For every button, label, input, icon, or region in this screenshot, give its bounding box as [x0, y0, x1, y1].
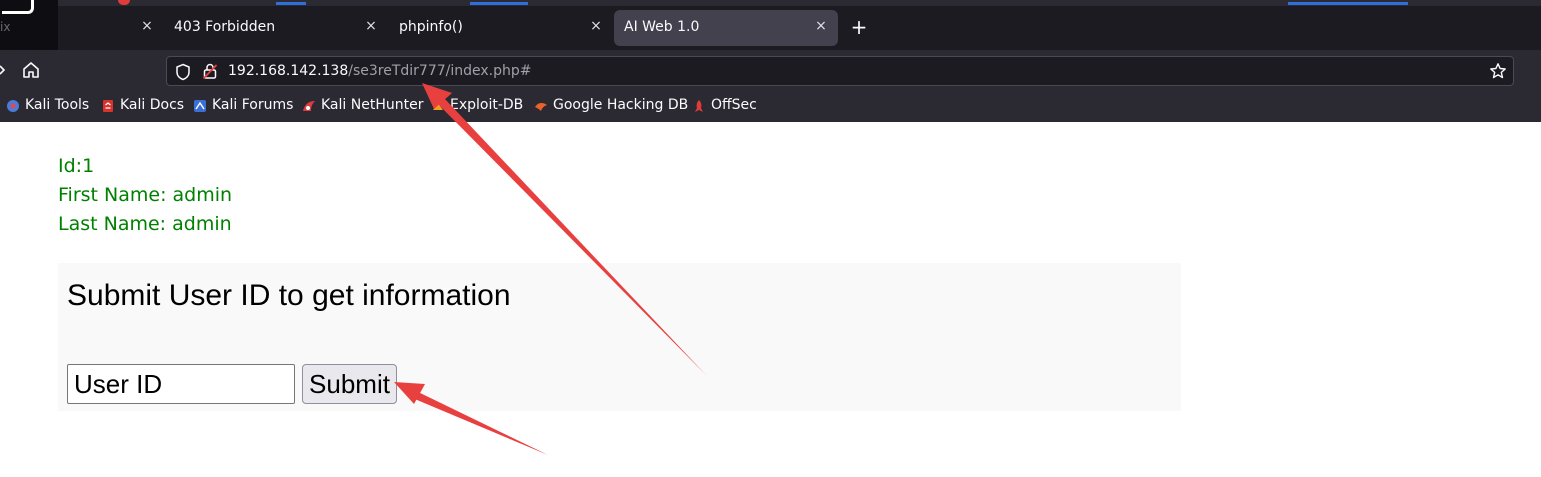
clipped-text: ix [0, 20, 11, 34]
url-bar[interactable]: 192.168.142.138/se3reTdir777/index.php# [166, 56, 1514, 86]
tab-ai-web[interactable]: AI Web 1.0 × [614, 10, 838, 46]
insecure-lock-icon[interactable] [202, 62, 218, 80]
app-logo: ix [0, 0, 58, 50]
tab-label: 403 Forbidden [174, 19, 276, 35]
tab-close-icon[interactable]: × [587, 17, 605, 35]
exploit-db-icon [433, 102, 443, 110]
bookmark-star-icon[interactable] [1489, 62, 1507, 80]
logo-bracket-icon [2, 0, 34, 14]
tab-label: AI Web 1.0 [624, 19, 700, 35]
kali-tools-icon [7, 100, 19, 112]
user-id-input[interactable] [67, 364, 295, 404]
tab-indicator [470, 2, 528, 5]
new-tab-button[interactable]: + [848, 16, 870, 38]
tab-close-icon[interactable]: × [138, 17, 156, 35]
kali-nethunter-icon [303, 101, 315, 111]
url-text[interactable]: 192.168.142.138/se3reTdir777/index.php# [228, 63, 532, 79]
tab-close-icon[interactable]: × [362, 17, 380, 35]
bookmarks-toolbar: Kali Tools Kali Docs Kali Forums Kali Ne… [0, 90, 1541, 122]
reload-icon[interactable] [0, 60, 6, 80]
tab-label: phpinfo() [399, 19, 463, 35]
tab-strip-top-line [0, 0, 1541, 6]
ghdb-icon [535, 102, 547, 111]
result-id: Id:1 [58, 155, 95, 177]
result-first-name: First Name: admin [58, 184, 233, 206]
url-path: /se3reTdir777/index.php# [348, 63, 532, 79]
kali-forums-icon [194, 100, 206, 112]
bookmark-label: Kali NetHunter [321, 97, 424, 113]
bookmark-label: Google Hacking DB [553, 97, 689, 113]
tab-phpinfo[interactable]: phpinfo() × [389, 10, 613, 46]
query-result: Id:1 First Name: admin Last Name: admin [58, 152, 232, 239]
url-host: 192.168.142.138 [228, 63, 349, 79]
user-id-form-panel: Submit User ID to get information Submit [58, 263, 1181, 411]
home-icon[interactable] [20, 59, 42, 81]
bookmark-label: OffSec [711, 97, 757, 113]
tab-0[interactable]: × [60, 10, 164, 46]
tab-strip: ix × 403 Forbidden × phpinfo() × AI Web … [0, 0, 1541, 50]
tab-indicator [276, 2, 306, 5]
result-last-name: Last Name: admin [58, 213, 232, 235]
bookmark-label: Kali Tools [25, 97, 90, 113]
form-title: Submit User ID to get information [67, 279, 511, 312]
bookmark-label: Exploit-DB [450, 97, 524, 113]
shield-icon[interactable] [175, 63, 191, 81]
kali-docs-icon [103, 100, 113, 112]
submit-button[interactable]: Submit [302, 364, 397, 404]
bookmark-label: Kali Docs [120, 97, 185, 113]
bookmark-label: Kali Forums [212, 97, 294, 113]
tab-indicator [1288, 2, 1408, 5]
tab-close-icon[interactable]: × [812, 17, 830, 35]
tab-403-forbidden[interactable]: 403 Forbidden × [164, 10, 388, 46]
offsec-icon [695, 100, 703, 112]
